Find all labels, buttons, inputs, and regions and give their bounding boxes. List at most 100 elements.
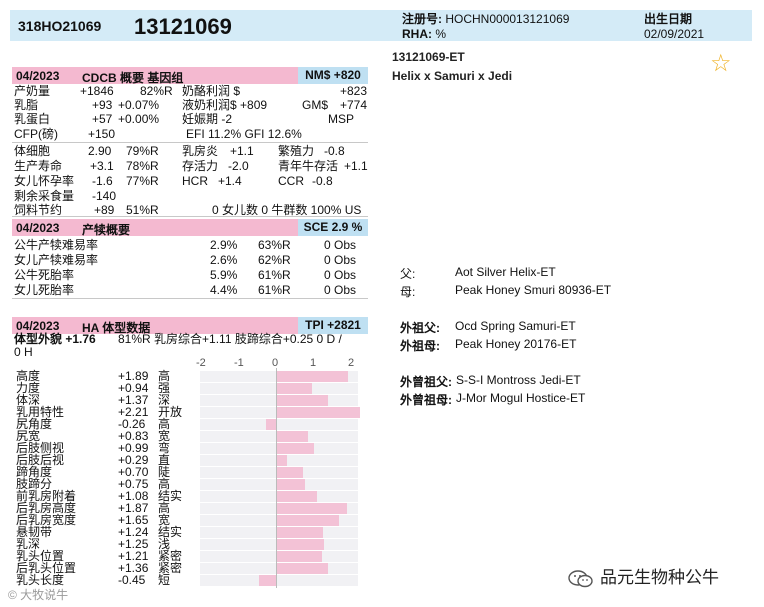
axis-tick-label: -2 <box>196 357 206 369</box>
row-dpr: 女儿怀孕率 -1.6 77%R HCR +1.4 CCR -0.8 <box>14 174 370 189</box>
animal-id-code: 318HO21069 <box>18 18 102 34</box>
row-cfp: CFP(磅) +150 EFI 11.2% GFI 12.6% <box>14 127 370 142</box>
mggs-label: 外曾祖父: <box>400 375 452 389</box>
label: 女儿产犊难易率 <box>14 253 99 267</box>
label: 液奶利润$ +809 <box>182 98 268 112</box>
trait-bar <box>276 383 312 394</box>
label: 繁殖力 <box>278 144 315 158</box>
trait-bar <box>276 455 288 466</box>
watermark: © 大牧说牛 <box>8 588 69 602</box>
trait-bar <box>276 527 324 538</box>
row-calving: 女儿产犊难易率 2.6% 62%R 0 Obs <box>14 253 370 268</box>
trait-bar <box>276 551 322 562</box>
row-calving: 公牛死胎率 5.9% 61%R 0 Obs <box>14 268 370 283</box>
divider <box>12 298 368 299</box>
trait-bar-track <box>200 575 358 586</box>
obs: 0 Obs <box>324 283 357 297</box>
reg-label: 注册号: <box>402 12 442 26</box>
reliability: 61%R <box>258 283 291 297</box>
dam-name[interactable]: Peak Honey Smuri 80936-ET <box>455 283 611 297</box>
section-date: 04/2023 <box>16 69 60 83</box>
reliability: 61%R <box>258 268 291 282</box>
star-outline-icon[interactable]: ☆ <box>710 52 732 76</box>
trait-bar <box>276 563 328 574</box>
axis-tick-label: -1 <box>234 357 244 369</box>
trait-bar <box>276 431 308 442</box>
type-summary-2: 0 H <box>14 345 370 360</box>
label: HCR <box>182 174 208 188</box>
row-calving: 公牛产犊难易率 2.9% 63%R 0 Obs <box>14 238 370 253</box>
mggs-name[interactable]: S-S-I Montross Jedi-ET <box>456 373 581 387</box>
value: +89 <box>94 203 115 217</box>
sce-badge: SCE 2.9 % <box>298 219 368 236</box>
label: 妊娠期 -2 <box>182 112 233 126</box>
summary-detail: 0 H <box>14 345 33 359</box>
value: 2.6% <box>210 253 238 267</box>
trait-bar-track <box>200 419 358 430</box>
percent: +0.00% <box>118 112 160 126</box>
value: +774 <box>340 98 368 112</box>
label: 产奶量 <box>14 84 51 98</box>
reliability: 77%R <box>126 174 159 188</box>
reg-value: HOCHN000013121069 <box>445 12 570 26</box>
dam-label: 母: <box>400 285 416 299</box>
trait-desc: 短 <box>158 573 171 587</box>
section-date: 04/2023 <box>16 221 60 235</box>
row-pl: 生产寿命 +3.1 78%R 存活力 -2.0 青年牛存活 +1.1 <box>14 159 370 174</box>
mgs-label: 外祖父: <box>400 321 440 335</box>
sire-name[interactable]: Aot Silver Helix-ET <box>455 265 556 279</box>
row-rfi: 剩余采食量 -140 <box>14 189 370 204</box>
value: +823 <box>340 84 368 98</box>
value: 5.9% <box>210 268 238 282</box>
mgs-name[interactable]: Ocd Spring Samuri-ET <box>455 319 576 333</box>
label: 存活力 <box>182 159 219 173</box>
animal-registration-number: 13121069 <box>134 14 232 39</box>
calving-section-bar: 04/2023 产犊概要 SCE 2.9 % <box>12 219 368 237</box>
registration-block: 注册号: HOCHN000013121069 RHA: % <box>402 10 569 41</box>
trait-bar <box>276 503 348 514</box>
rha-label: RHA: <box>402 27 432 41</box>
brand-block: 品元生物种公牛 <box>568 563 719 588</box>
reliability: 63%R <box>258 238 291 252</box>
label: 女儿怀孕率 <box>14 174 75 188</box>
trait-name: 乳头长度 <box>16 573 65 587</box>
value: -2.0 <box>228 159 249 173</box>
label: 乳脂 <box>14 98 39 112</box>
zero-line <box>276 368 277 588</box>
label: 体细胞 <box>14 144 51 158</box>
row-fat: 乳脂 +93 +0.07% 液奶利润$ +809 GM$ +774 <box>14 98 370 113</box>
birth-date-block: 出生日期 02/09/2021 <box>644 10 752 41</box>
divider <box>12 216 368 217</box>
trait-value: -0.45 <box>118 573 146 587</box>
trait-bar <box>266 419 276 430</box>
row-scs: 体细胞 2.90 79%R 乳房炎 +1.1 繁殖力 -0.8 <box>14 144 370 159</box>
trait-bar <box>276 479 305 490</box>
efi-gfi: EFI 11.2% GFI 12.6% <box>186 127 302 141</box>
value: +1846 <box>80 84 114 98</box>
value: 4.4% <box>210 283 238 297</box>
daughters-herds: 0 女儿数 0 牛群数 100% US <box>212 203 362 217</box>
mgd-label: 外祖母: <box>400 339 440 353</box>
reliability: 51%R <box>126 203 159 217</box>
value: +1.1 <box>344 159 368 173</box>
trait-bar <box>258 575 276 586</box>
birth-value: 02/09/2021 <box>644 27 705 41</box>
obs: 0 Obs <box>324 268 357 282</box>
value: +1.1 <box>230 144 254 158</box>
value: +150 <box>88 127 116 141</box>
row-milk: 产奶量 +1846 82%R 奶酪利润 $ +823 <box>14 84 370 99</box>
pedigree-name: Helix x Samuri x Jedi <box>392 69 513 83</box>
label: 乳房炎 <box>182 144 219 158</box>
label: 奶酪利润 $ <box>182 84 241 98</box>
label: MSP <box>328 112 355 126</box>
row-calving: 女儿死胎率 4.4% 61%R 0 Obs <box>14 283 370 298</box>
mggd-name[interactable]: J-Mor Mogul Hostice-ET <box>456 391 585 405</box>
value: -0.8 <box>324 144 345 158</box>
mgd-name[interactable]: Peak Honey 20176-ET <box>455 337 576 351</box>
trait-bar <box>276 467 303 478</box>
reliability: 78%R <box>126 159 159 173</box>
value: -1.6 <box>92 174 113 188</box>
label: 公牛产犊难易率 <box>14 238 99 252</box>
value: 2.9% <box>210 238 238 252</box>
section-title: 产犊概要 <box>82 223 131 237</box>
